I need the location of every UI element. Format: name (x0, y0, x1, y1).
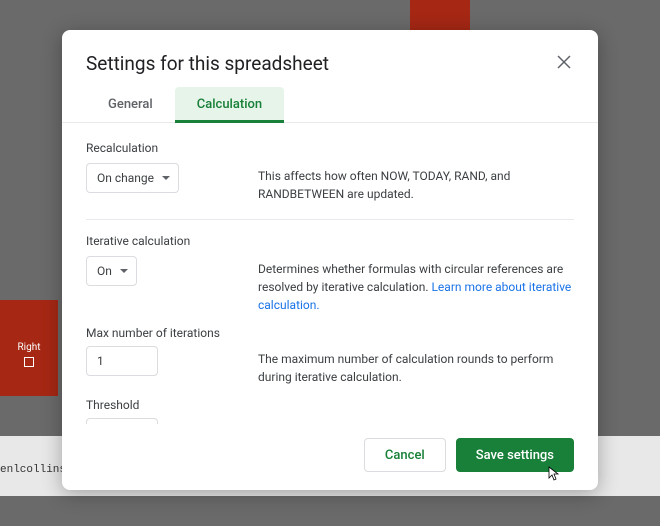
iterative-dropdown[interactable]: On (86, 256, 137, 286)
recalculation-description: This affects how often NOW, TODAY, RAND,… (258, 163, 574, 203)
dialog-title: Settings for this spreadsheet (86, 52, 329, 75)
threshold-label: Threshold (86, 398, 574, 412)
max-iterations-description: The maximum number of calculation rounds… (258, 346, 574, 386)
dialog-body: Recalculation On change This affects how… (62, 123, 598, 424)
tab-general[interactable]: General (86, 87, 175, 122)
tab-calculation[interactable]: Calculation (175, 87, 284, 122)
dialog-footer: Cancel Save settings (62, 424, 598, 490)
checkbox-icon (24, 357, 34, 367)
background-element: Right (0, 300, 58, 396)
iterative-label: Iterative calculation (86, 234, 574, 248)
settings-dialog: Settings for this spreadsheet General Ca… (62, 30, 598, 490)
cancel-button[interactable]: Cancel (364, 438, 446, 472)
iterative-description: Determines whether formulas with circula… (258, 256, 574, 314)
save-button-label: Save settings (476, 448, 554, 463)
recalculation-section: Recalculation On change This affects how… (86, 141, 574, 220)
cursor-icon (544, 466, 560, 482)
close-icon (557, 55, 571, 69)
iterative-section: Iterative calculation On Determines whet… (86, 234, 574, 424)
recalculation-label: Recalculation (86, 141, 574, 155)
dialog-header: Settings for this spreadsheet (62, 30, 598, 87)
max-iterations-input[interactable] (86, 346, 158, 376)
tabs: General Calculation (62, 87, 598, 123)
close-button[interactable] (554, 52, 574, 72)
bg-right-label: Right (18, 342, 41, 353)
save-settings-button[interactable]: Save settings (456, 438, 574, 472)
recalculation-dropdown[interactable]: On change (86, 163, 179, 193)
max-iterations-label: Max number of iterations (86, 326, 574, 340)
